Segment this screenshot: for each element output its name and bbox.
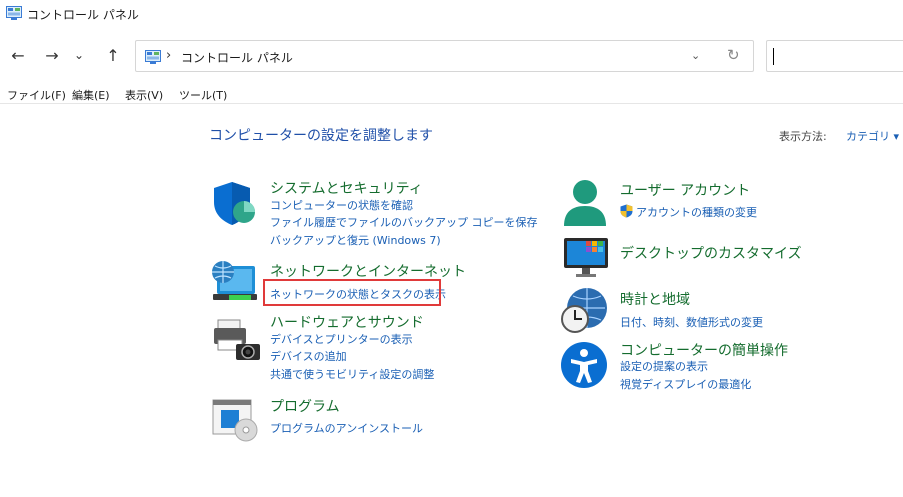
forward-button[interactable]: → [41,44,63,66]
link-change-account-type[interactable]: アカウントの種類の変更 [636,204,757,220]
link-file-history-backup[interactable]: ファイル履歴でファイルのバックアップ コピーを保存 [270,214,538,230]
menu-tools[interactable]: ツール(T) [179,87,227,103]
link-date-time-number-format[interactable]: 日付、時刻、数値形式の変更 [620,314,763,330]
link-add-device[interactable]: デバイスの追加 [270,348,347,364]
view-by-dropdown[interactable]: カテゴリ ▾ [846,128,899,144]
network-globe-icon [212,261,257,300]
uac-shield-icon [620,204,633,218]
arrow-left-icon: ← [11,45,25,65]
menu-edit[interactable]: 編集(E) [72,87,110,103]
search-input[interactable] [766,40,903,72]
address-bar[interactable]: › コントロール パネル ⌄ ↻ [135,40,754,72]
category-ease-of-access[interactable]: コンピューターの簡単操作 [620,340,788,360]
link-mobility-settings[interactable]: 共通で使うモビリティ設定の調整 [270,366,434,382]
control-panel-icon [6,6,22,20]
category-system-security[interactable]: システムとセキュリティ [270,178,423,198]
up-button[interactable]: ↑ [102,44,124,66]
accessibility-icon [561,342,607,388]
address-dropdown-icon[interactable]: ⌄ [691,49,700,62]
breadcrumb-control-panel[interactable]: コントロール パネル [181,49,293,66]
menu-view[interactable]: 表示(V) [125,87,163,103]
programs-disc-icon [212,399,258,442]
view-by-label: 表示方法: [779,130,827,143]
text-caret [773,48,774,65]
window-title: コントロール パネル [27,8,139,22]
recent-locations-button[interactable]: ⌄ [72,44,86,66]
chevron-down-icon: ⌄ [73,48,85,62]
navigation-bar: ← → ⌄ ↑ › コントロール パネル ⌄ ↻ [0,38,903,74]
menu-file[interactable]: ファイル(F) [7,87,66,103]
category-network-internet[interactable]: ネットワークとインターネット [270,261,466,281]
control-panel-icon [145,50,161,64]
category-programs[interactable]: プログラム [270,396,340,416]
monitor-customize-icon [564,238,608,277]
category-hardware-sound[interactable]: ハードウェアとサウンド [270,312,424,332]
category-clock-region[interactable]: 時計と地域 [620,289,690,309]
link-optimize-visual-display[interactable]: 視覚ディスプレイの最適化 [620,376,751,392]
link-check-computer-status[interactable]: コンピューターの状態を確認 [270,197,413,213]
arrow-right-icon: → [45,45,59,65]
link-settings-suggestions[interactable]: 設定の提案の表示 [620,358,708,374]
printer-camera-icon [214,319,260,360]
link-devices-printers[interactable]: デバイスとプリンターの表示 [270,331,413,347]
link-backup-restore[interactable]: バックアップと復元 (Windows 7) [270,232,441,248]
highlight-rectangle [263,279,441,306]
clock-globe-icon [561,288,607,333]
user-account-icon [564,180,606,226]
refresh-icon[interactable]: ↻ [727,46,740,64]
breadcrumb-separator-icon[interactable]: › [166,48,171,63]
arrow-up-icon: ↑ [106,45,120,65]
link-uninstall-program[interactable]: プログラムのアンインストール [270,420,423,436]
shield-icon [214,182,255,225]
page-title: コンピューターの設定を調整します [209,128,433,144]
title-bar: コントロール パネル [0,0,903,28]
back-button[interactable]: ← [7,44,29,66]
category-desktop-customization[interactable]: デスクトップのカスタマイズ [620,243,802,263]
category-user-accounts[interactable]: ユーザー アカウント [620,180,750,200]
menu-bar: ファイル(F) 編集(E) 表示(V) ツール(T) [0,86,903,104]
